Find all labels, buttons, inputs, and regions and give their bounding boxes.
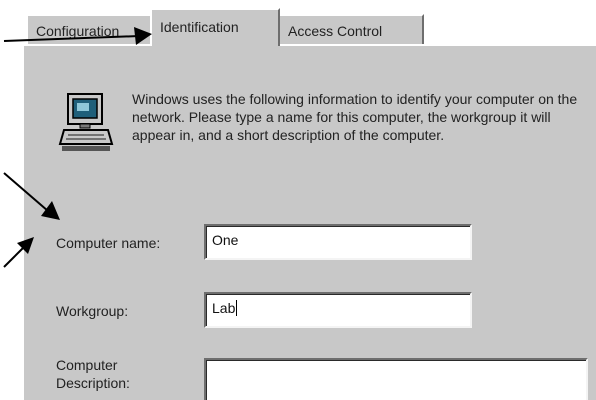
computer-name-value: One bbox=[212, 232, 239, 248]
workgroup-field[interactable]: Lab bbox=[204, 292, 472, 328]
text-caret bbox=[236, 300, 238, 316]
network-properties-dialog: Configuration Identification Access Cont… bbox=[22, 8, 596, 400]
screenshot-stage: Configuration Identification Access Cont… bbox=[0, 0, 596, 400]
tab-identification-label: Identification bbox=[160, 19, 239, 35]
workgroup-label: Workgroup: bbox=[56, 303, 129, 319]
tab-access-control[interactable]: Access Control bbox=[278, 14, 424, 44]
computer-description-label-line2: Description: bbox=[56, 375, 130, 391]
workgroup-value: Lab bbox=[212, 300, 236, 316]
identification-info-text: Windows uses the following information t… bbox=[132, 91, 578, 143]
tab-identification[interactable]: Identification bbox=[150, 8, 280, 46]
computer-icon bbox=[58, 93, 114, 151]
computer-description-label: Computer Description: bbox=[56, 356, 130, 392]
tab-configuration-label: Configuration bbox=[36, 23, 120, 39]
identification-panel: Windows uses the following information t… bbox=[22, 44, 596, 400]
tab-configuration[interactable]: Configuration bbox=[26, 14, 156, 44]
tab-strip: Configuration Identification Access Cont… bbox=[22, 8, 596, 46]
computer-name-field[interactable]: One bbox=[204, 224, 472, 260]
computer-description-label-line1: Computer bbox=[56, 357, 118, 373]
computer-description-field[interactable] bbox=[204, 358, 588, 400]
computer-name-label: Computer name: bbox=[56, 235, 161, 251]
tab-access-control-label: Access Control bbox=[288, 23, 383, 39]
